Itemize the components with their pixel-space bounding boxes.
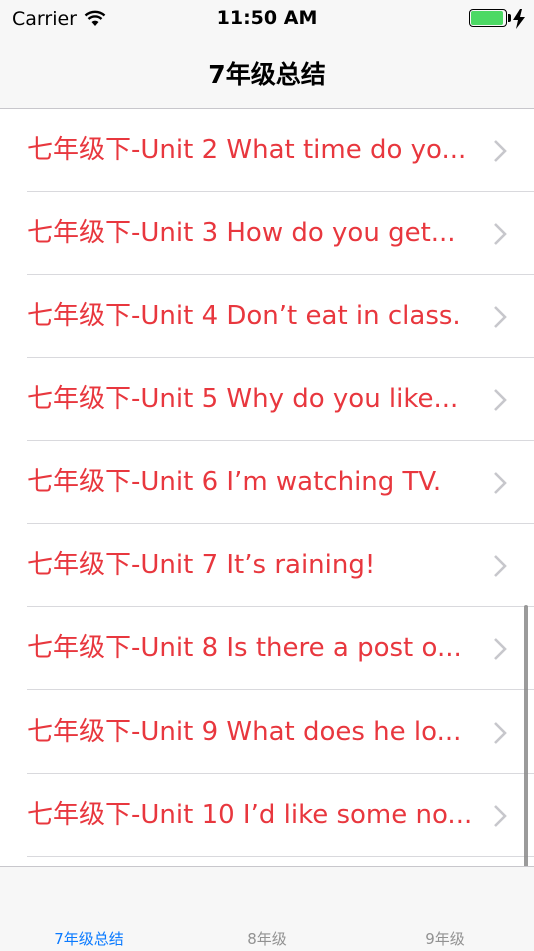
list-item[interactable]: 七年级下-Unit 5 Why do you like...	[0, 358, 534, 441]
list-item[interactable]: 七年级下-Unit 8 Is there a post o...	[0, 607, 534, 690]
chevron-right-icon	[494, 140, 507, 162]
chevron-right-icon	[494, 638, 507, 660]
list-item[interactable]: 七年级下-Unit 2 What time do yo...	[0, 109, 534, 192]
row-divider	[27, 689, 534, 690]
tab-grade9[interactable]: 9年级	[356, 867, 534, 951]
list-item[interactable]: 七年级下-Unit 10 I’d like some no...	[0, 774, 534, 857]
chevron-right-icon	[494, 223, 507, 245]
chevron-right-icon	[494, 805, 507, 827]
chevron-right-icon	[494, 389, 507, 411]
list-item-label: 七年级下-Unit 8 Is there a post o...	[27, 633, 462, 663]
unit-list[interactable]: 七年级下-Unit 2 What time do yo... 七年级下-Unit…	[0, 109, 534, 867]
list-item-label: 七年级下-Unit 9 What does he lo...	[27, 717, 462, 747]
list-item-label: 七年级下-Unit 7 It’s raining!	[27, 550, 376, 580]
status-time: 11:50 AM	[216, 7, 318, 29]
battery-icon	[469, 9, 513, 29]
tab-label: 8年级	[247, 930, 287, 948]
list-item-label: 七年级下-Unit 2 What time do yo...	[27, 135, 467, 165]
list-item-label: 七年级下-Unit 3 How do you get...	[27, 218, 456, 248]
list-item[interactable]: 七年级下-Unit 7 It’s raining!	[0, 524, 534, 607]
page-title: 7年级总结	[208, 60, 326, 89]
tab-bar: 7年级总结 8年级 9年级	[0, 866, 534, 951]
chevron-right-icon	[494, 306, 507, 328]
navigation-bar: 7年级总结	[0, 38, 534, 109]
charging-bolt-icon	[513, 9, 525, 29]
list-item[interactable]: 七年级下-Unit 9 What does he lo...	[0, 691, 534, 774]
row-divider	[27, 856, 534, 857]
tab-grade8[interactable]: 8年级	[178, 867, 356, 951]
list-item[interactable]: 七年级下-Unit 3 How do you get...	[0, 192, 534, 275]
list-item-label: 七年级下-Unit 6 I’m watching TV.	[27, 467, 442, 497]
list-item-label: 七年级下-Unit 4 Don’t eat in class.	[27, 301, 461, 331]
tab-grade7-summary[interactable]: 7年级总结	[0, 867, 178, 951]
list-item[interactable]: 七年级下-Unit 4 Don’t eat in class.	[0, 275, 534, 358]
chevron-right-icon	[494, 722, 507, 744]
scroll-indicator[interactable]	[524, 605, 528, 867]
list-item-label: 七年级下-Unit 5 Why do you like...	[27, 384, 459, 414]
chevron-right-icon	[494, 555, 507, 577]
status-bar: Carrier 11:50 AM	[0, 0, 534, 38]
chevron-right-icon	[494, 472, 507, 494]
tab-label: 9年级	[425, 930, 465, 948]
list-item-label: 七年级下-Unit 10 I’d like some no...	[27, 800, 473, 830]
list-item[interactable]: 七年级下-Unit 6 I’m watching TV.	[0, 441, 534, 524]
tab-label: 7年级总结	[54, 930, 124, 948]
